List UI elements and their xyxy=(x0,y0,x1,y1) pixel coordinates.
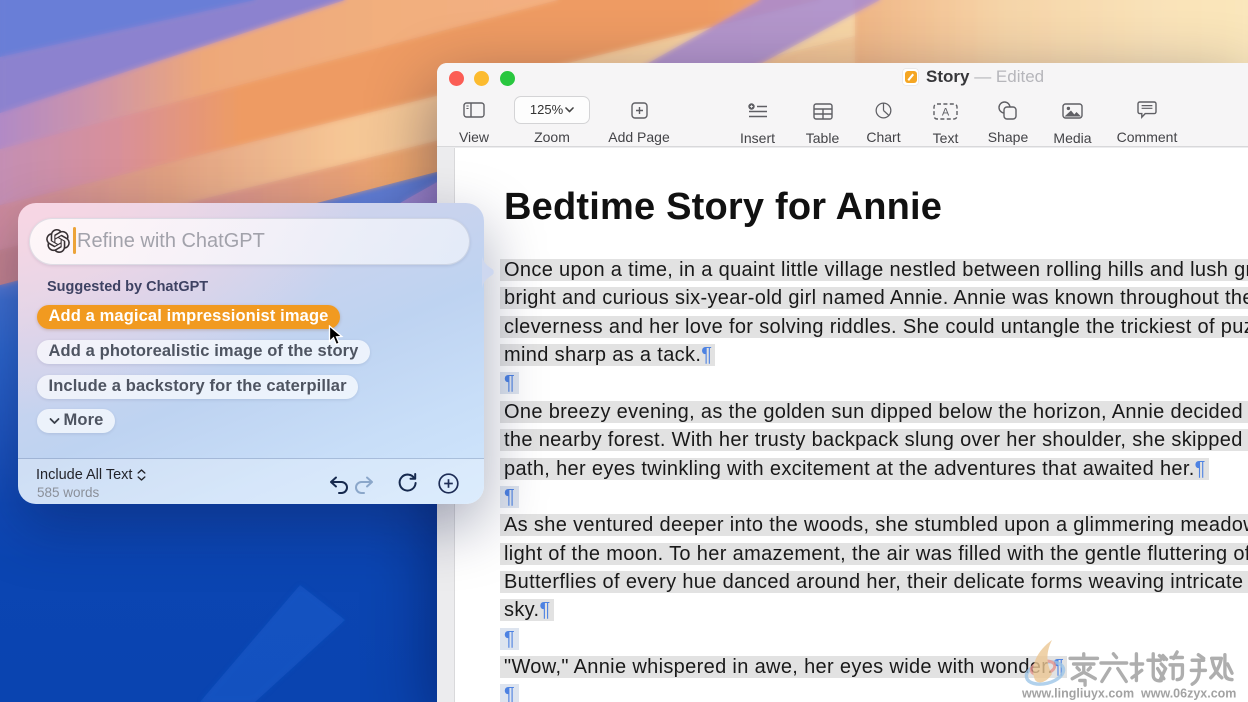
svg-text:A: A xyxy=(942,106,950,118)
